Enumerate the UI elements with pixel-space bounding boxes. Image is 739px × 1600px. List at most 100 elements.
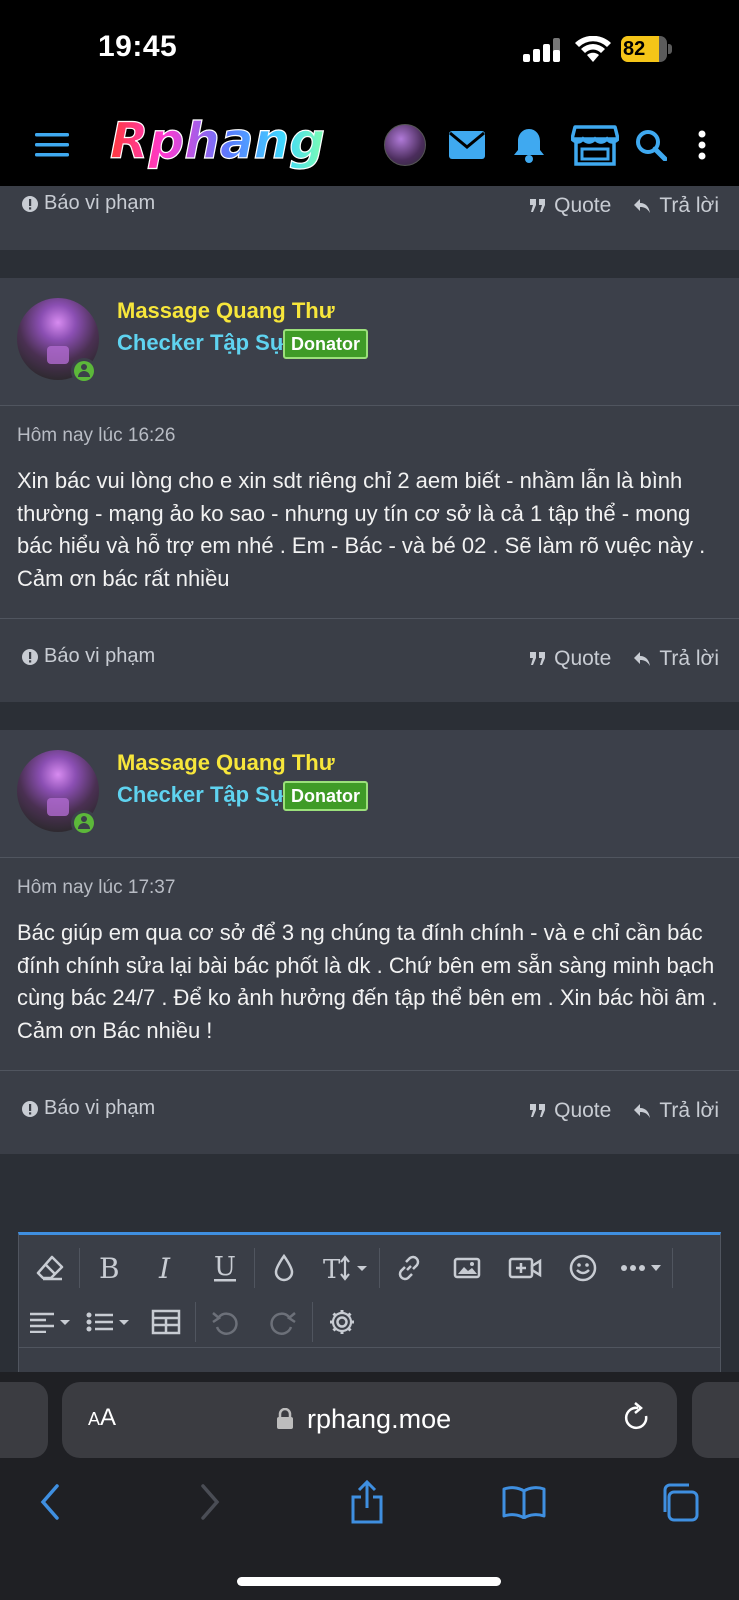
table-icon[interactable] [137, 1295, 195, 1349]
more-options-icon[interactable] [612, 1241, 672, 1295]
post: Massage Quang Thư Checker Tập Sự Donator… [0, 278, 739, 702]
search-icon[interactable] [633, 104, 669, 186]
align-icon[interactable] [21, 1295, 79, 1349]
report-icon [22, 1100, 38, 1117]
online-status-icon [71, 358, 97, 384]
post-date[interactable]: Hôm nay lúc 17:37 [17, 877, 175, 899]
settings-gear-icon[interactable] [313, 1295, 371, 1349]
reply-icon [634, 1104, 651, 1118]
post-header: Massage Quang Thư Checker Tập Sự Donator [0, 278, 739, 406]
previous-post-footer: Báo vi phạm Quote Trả lời [0, 186, 739, 250]
share-icon [351, 1480, 383, 1524]
notification-bell-icon[interactable] [510, 104, 548, 186]
editor-toolbar-row-2 [21, 1295, 371, 1349]
address-bar[interactable]: AA rphang.moe [62, 1382, 677, 1458]
forward-button[interactable] [190, 1472, 230, 1532]
text-color-icon[interactable] [255, 1241, 313, 1295]
undo-icon[interactable] [196, 1295, 254, 1349]
svg-text:T: T [323, 1255, 341, 1282]
online-status-icon [71, 810, 97, 836]
post-footer: Báo vi phạm Quote Trả lời [0, 618, 739, 702]
link-icon[interactable] [380, 1241, 438, 1295]
post-footer: Báo vi phạm Quote Trả lời [0, 1070, 739, 1154]
reply-button[interactable]: Trả lời [633, 647, 719, 671]
quote-button[interactable]: Quote [530, 194, 611, 218]
mail-icon[interactable] [446, 104, 488, 186]
quote-label: Quote [554, 647, 612, 670]
battery-icon: 82 [621, 36, 673, 62]
clear-formatting-icon[interactable] [21, 1241, 79, 1295]
tabs-button[interactable] [656, 1472, 702, 1532]
report-link[interactable]: Báo vi phạm [22, 645, 155, 668]
status-time: 19:45 [98, 30, 178, 63]
quote-icon [530, 652, 546, 665]
image-icon[interactable] [438, 1241, 496, 1295]
reader-options-button[interactable]: AA [88, 1404, 116, 1432]
font-size-icon[interactable]: T [313, 1241, 379, 1295]
report-label: Báo vi phạm [44, 645, 156, 667]
report-label: Báo vi phạm [44, 192, 156, 214]
previous-tab-preview[interactable] [0, 1382, 48, 1458]
logo-text: Rphang [110, 112, 325, 170]
account-avatar[interactable] [384, 124, 426, 166]
emoji-icon[interactable] [554, 1241, 612, 1295]
next-tab-preview[interactable] [692, 1382, 739, 1458]
browser-bottom-bar: AA rphang.moe [0, 1372, 739, 1600]
report-label: Báo vi phạm [44, 1097, 156, 1119]
quote-label: Quote [554, 1099, 612, 1122]
svg-text:U: U [214, 1253, 236, 1282]
reply-label: Trả lời [659, 647, 719, 670]
battery-percent: 82 [623, 38, 646, 60]
home-indicator [237, 1577, 501, 1586]
svg-text:B: B [99, 1254, 120, 1282]
reply-button[interactable]: Trả lời [633, 194, 719, 218]
status-bar: 19:45 82 [0, 0, 739, 104]
reply-icon [634, 199, 651, 213]
username[interactable]: Massage Quang Thư [117, 298, 335, 324]
quote-icon [530, 199, 546, 212]
report-icon [22, 195, 38, 212]
reply-button[interactable]: Trả lời [633, 1099, 719, 1123]
bold-icon[interactable]: B [80, 1241, 138, 1295]
site-logo[interactable]: Rphang [108, 108, 334, 180]
shop-icon[interactable] [570, 104, 620, 186]
reply-editor: B I U T [18, 1232, 721, 1372]
quote-label: Quote [554, 194, 612, 217]
username[interactable]: Massage Quang Thư [117, 750, 335, 776]
more-vertical-icon[interactable] [690, 104, 714, 186]
menu-icon[interactable] [32, 104, 72, 186]
post: Massage Quang Thư Checker Tập Sự Donator… [0, 730, 739, 1154]
donator-badge: Donator [283, 781, 368, 811]
cellular-signal-icon [523, 38, 560, 62]
video-icon[interactable] [496, 1241, 554, 1295]
quote-icon [530, 1104, 546, 1117]
report-link[interactable]: Báo vi phạm [22, 1097, 155, 1120]
back-button[interactable] [30, 1472, 70, 1532]
reply-label: Trả lời [659, 1099, 719, 1122]
italic-icon[interactable]: I [138, 1241, 196, 1295]
list-icon[interactable] [79, 1295, 137, 1349]
bookmarks-button[interactable] [500, 1472, 548, 1532]
report-link[interactable]: Báo vi phạm [22, 192, 155, 215]
donator-badge: Donator [283, 329, 368, 359]
editor-toolbar-row-1: B I U T [21, 1241, 673, 1295]
quote-button[interactable]: Quote [530, 647, 611, 671]
bookmarks-icon [502, 1486, 546, 1519]
reply-icon [634, 652, 651, 666]
tabs-icon [663, 1483, 699, 1522]
redo-icon[interactable] [254, 1295, 312, 1349]
post-content: Xin bác vui lòng cho e xin sdt riêng chỉ… [17, 468, 706, 591]
post-header: Massage Quang Thư Checker Tập Sự Donator [0, 730, 739, 858]
post-date[interactable]: Hôm nay lúc 16:26 [17, 425, 175, 447]
reply-label: Trả lời [659, 194, 719, 217]
reload-icon[interactable] [622, 1402, 652, 1434]
back-chevron-icon [40, 1484, 59, 1520]
user-title: Checker Tập Sự [117, 782, 286, 807]
lock-icon [277, 1408, 293, 1429]
underline-icon[interactable]: U [196, 1241, 254, 1295]
share-button[interactable] [344, 1472, 390, 1532]
report-icon [22, 648, 38, 665]
wifi-icon [575, 36, 611, 62]
quote-button[interactable]: Quote [530, 1099, 611, 1123]
post-content: Bác giúp em qua cơ sở để 3 ng chúng ta đ… [17, 920, 718, 1043]
